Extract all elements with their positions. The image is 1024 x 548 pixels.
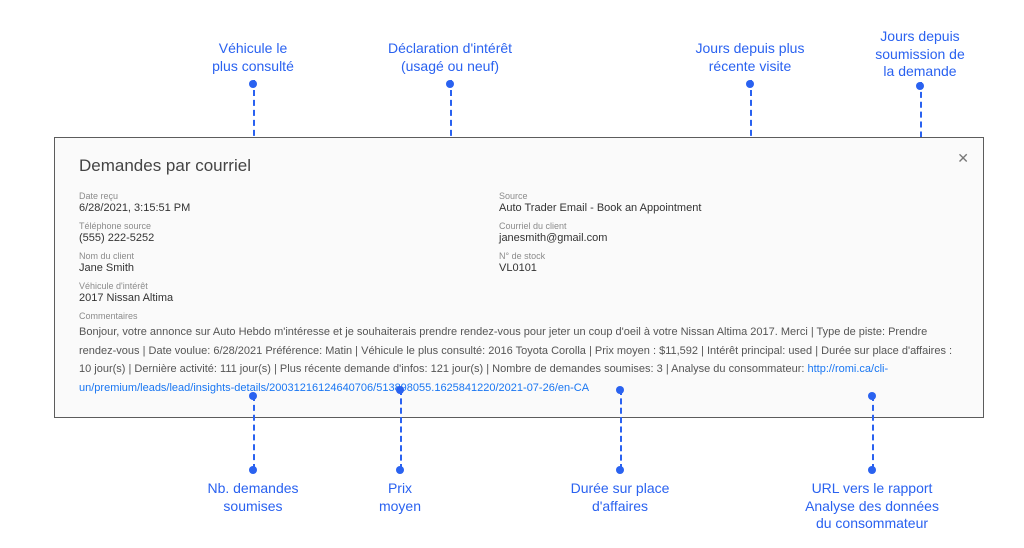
comments-body: Bonjour, votre annonce sur Auto Hebdo m'… [79, 323, 959, 398]
label-stock: N° de stock [499, 251, 859, 261]
card-title: Demandes par courriel [79, 156, 959, 176]
annotation-time-on-site: Durée sur placed'affaires [540, 480, 700, 515]
connector-dot [446, 80, 454, 88]
connector-dot [249, 466, 257, 474]
label-name: Nom du client [79, 251, 439, 261]
card-left-column: Date reçu 6/28/2021, 3:15:51 PM Téléphon… [79, 184, 439, 304]
email-request-card: ✕ Demandes par courriel Date reçu 6/28/2… [54, 137, 984, 418]
annotation-days-since-visit: Jours depuis plusrécente visite [670, 40, 830, 75]
label-phone: Téléphone source [79, 221, 439, 231]
annotation-vehicle-most-viewed: Véhicule leplus consulté [173, 40, 333, 75]
connector-line [253, 395, 255, 470]
label-comments: Commentaires [79, 311, 959, 321]
annotation-insights-url: URL vers le rapportAnalyse des donnéesdu… [792, 480, 952, 533]
connector-dot [396, 386, 404, 394]
connector-dot [616, 466, 624, 474]
connector-dot [616, 386, 624, 394]
value-name: Jane Smith [79, 262, 439, 274]
connector-dot [746, 80, 754, 88]
connector-dot [916, 82, 924, 90]
connector-dot [249, 392, 257, 400]
annotation-submitted-count: Nb. demandessoumises [173, 480, 333, 515]
connector-dot [396, 466, 404, 474]
connector-dot [868, 466, 876, 474]
connector-line [872, 395, 874, 470]
connector-line [620, 389, 622, 470]
value-email: janesmith@gmail.com [499, 232, 859, 244]
connector-line [400, 389, 402, 470]
value-date-received: 6/28/2021, 3:15:51 PM [79, 202, 439, 214]
value-source: Auto Trader Email - Book an Appointment [499, 202, 859, 214]
value-stock: VL0101 [499, 262, 859, 274]
card-right-column: Source Auto Trader Email - Book an Appoi… [499, 184, 859, 304]
value-phone: (555) 222-5252 [79, 232, 439, 244]
label-date-received: Date reçu [79, 191, 439, 201]
annotation-interest-declaration: Déclaration d'intérêt(usagé ou neuf) [370, 40, 530, 75]
value-vehicle: 2017 Nissan Altima [79, 292, 439, 304]
label-source: Source [499, 191, 859, 201]
label-email: Courriel du client [499, 221, 859, 231]
annotation-avg-price: Prixmoyen [320, 480, 480, 515]
connector-dot [249, 80, 257, 88]
annotation-days-since-submit: Jours depuissoumission dela demande [840, 28, 1000, 81]
close-icon[interactable]: ✕ [957, 150, 969, 167]
connector-dot [868, 392, 876, 400]
label-vehicle: Véhicule d'intérêt [79, 281, 439, 291]
